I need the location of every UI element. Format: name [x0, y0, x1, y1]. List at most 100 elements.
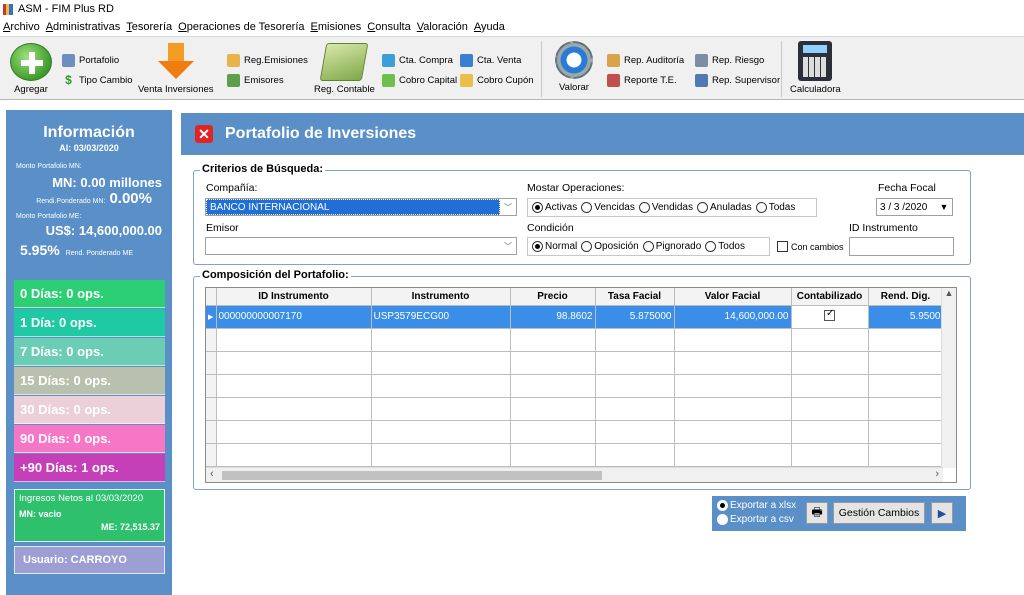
- radio-vencidas-label: Vencidas: [594, 202, 635, 213]
- radio-vendidas[interactable]: Vendidas: [638, 202, 693, 213]
- checkbox-box: [777, 241, 788, 252]
- chevron-down-icon[interactable]: ﹀: [500, 199, 516, 215]
- gestion-cambios-button[interactable]: Gestión Cambios: [833, 502, 925, 524]
- id-instrumento-input[interactable]: [849, 237, 954, 256]
- export-panel: Exportar a xlsx Exportar a csv 🖶 Gestión…: [712, 496, 966, 531]
- con-cambios-checkbox[interactable]: Con cambios: [777, 241, 844, 252]
- app-icon: [3, 3, 13, 15]
- ingresos-netos-panel: Ingresos Netos al 03/03/2020 MN: vacio M…: [14, 489, 165, 542]
- cobro-cupon-button[interactable]: Cobro Cupón: [460, 74, 534, 87]
- col-header-precio[interactable]: Precio: [510, 288, 596, 306]
- tipo-cambio-button[interactable]: $ Tipo Cambio: [62, 74, 132, 87]
- horizontal-scrollbar[interactable]: ‹ ›: [206, 467, 943, 482]
- scroll-right-icon[interactable]: ›: [935, 468, 939, 480]
- scroll-up-icon[interactable]: ▲: [942, 288, 956, 298]
- condicion-label: Condición: [527, 222, 574, 234]
- col-header-tasa-facial[interactable]: Tasa Facial: [595, 288, 675, 306]
- bucket-1-dia[interactable]: 1 Día: 0 ops.: [14, 309, 165, 337]
- menu-operaciones-tesoreria[interactable]: Operaciones de Tesorería: [178, 21, 304, 33]
- table-row[interactable]: [206, 328, 944, 352]
- emisor-label: Emisor: [206, 222, 239, 234]
- portfolio-grid: ID Instrumento Instrumento Precio Tasa F…: [205, 287, 957, 483]
- chevron-down-icon[interactable]: ﹀: [500, 238, 516, 254]
- coupon-icon: [460, 74, 473, 87]
- valorar-button[interactable]: Valorar: [555, 41, 593, 93]
- table-row[interactable]: ▶ 000000000007170 USP3579ECG00 98.8602 5…: [206, 305, 944, 329]
- table-row[interactable]: [206, 374, 944, 398]
- radio-todos[interactable]: Todos: [705, 241, 745, 252]
- reg-contable-button[interactable]: Reg. Contable: [314, 43, 375, 95]
- calculadora-button[interactable]: Calculadora: [790, 41, 841, 95]
- bucket-30-dias[interactable]: 30 Días: 0 ops.: [14, 396, 165, 424]
- cta-compra-button[interactable]: Cta. Compra: [382, 54, 453, 67]
- cell-valor-facial[interactable]: 14,600,000.00: [674, 305, 792, 329]
- row-indicator-icon: ▶: [206, 305, 217, 329]
- menu-administrativas[interactable]: Administrativas: [46, 21, 121, 33]
- bucket-plus-90-dias[interactable]: +90 Días: 1 ops.: [14, 454, 165, 482]
- bucket-15-dias[interactable]: 15 Días: 0 ops.: [14, 367, 165, 395]
- checked-checkbox-icon[interactable]: [824, 308, 835, 321]
- dropdown-arrow-icon[interactable]: ▼: [936, 199, 952, 215]
- reg-emisiones-button[interactable]: Reg.Emisiones: [227, 54, 308, 67]
- radio-normal[interactable]: Normal: [532, 241, 577, 252]
- menu-archivo[interactable]: Archivo: [3, 21, 40, 33]
- table-row[interactable]: [206, 443, 944, 467]
- bucket-7-dias[interactable]: 7 Días: 0 ops.: [14, 338, 165, 366]
- table-row[interactable]: [206, 351, 944, 375]
- rend-mn-value: 0.00%: [109, 190, 152, 207]
- agregar-button[interactable]: Agregar: [10, 43, 52, 95]
- reporte-te-button[interactable]: Reporte T.E.: [607, 74, 677, 87]
- col-header-instrumento[interactable]: Instrumento: [371, 288, 511, 306]
- radio-oposicion[interactable]: Oposición: [581, 241, 639, 252]
- col-header-contabilizado[interactable]: Contabilizado: [791, 288, 869, 306]
- venta-inversiones-button[interactable]: Venta Inversiones: [138, 43, 214, 95]
- cell-instrumento[interactable]: USP3579ECG00: [371, 305, 511, 329]
- vertical-scrollbar[interactable]: ▲: [941, 288, 956, 468]
- emisores-button[interactable]: Emisores: [227, 74, 284, 87]
- radio-activas[interactable]: Activas: [532, 202, 577, 213]
- table-row[interactable]: [206, 420, 944, 444]
- radio-export-csv[interactable]: Exportar a csv: [717, 514, 794, 525]
- monto-me-label: Monto Portafolio ME:: [16, 213, 82, 220]
- radio-anuladas[interactable]: Anuladas: [696, 202, 752, 213]
- fecha-focal-picker[interactable]: 3 / 3 /2020 ▼: [876, 198, 953, 216]
- cell-precio[interactable]: 98.8602: [510, 305, 596, 329]
- bucket-90-dias[interactable]: 90 Días: 0 ops.: [14, 425, 165, 453]
- radio-pignorado[interactable]: Pignorado: [642, 241, 702, 252]
- print-button[interactable]: 🖶: [806, 502, 828, 524]
- scroll-thumb[interactable]: [222, 471, 602, 480]
- cta-venta-label: Cta. Venta: [477, 55, 522, 66]
- cobro-capital-button[interactable]: Cobro Capital: [382, 74, 457, 87]
- portafolio-button[interactable]: Portafolio: [62, 54, 119, 67]
- radio-todas[interactable]: Todas: [755, 202, 795, 213]
- compania-value: BANCO INTERNACIONAL: [206, 199, 500, 215]
- rep-auditoria-button[interactable]: Rep. Auditoría: [607, 54, 684, 67]
- col-header-valor-facial[interactable]: Valor Facial: [674, 288, 792, 306]
- cell-contabilizado[interactable]: [791, 305, 869, 329]
- emisor-select[interactable]: ﹀: [205, 237, 517, 255]
- menu-consulta[interactable]: Consulta: [367, 21, 410, 33]
- scroll-left-icon[interactable]: ‹: [210, 468, 214, 480]
- rep-riesgo-button[interactable]: Rep. Riesgo: [695, 54, 764, 67]
- close-icon[interactable]: ✕: [195, 125, 213, 143]
- next-button[interactable]: ▶: [931, 502, 953, 524]
- radio-pignorado-label: Pignorado: [655, 241, 702, 252]
- cell-rend-dig[interactable]: 5.9500: [868, 305, 944, 329]
- menu-ayuda[interactable]: Ayuda: [474, 21, 505, 33]
- rep-supervisor-button[interactable]: Rep. Supervisor: [695, 74, 780, 87]
- cta-venta-button[interactable]: Cta. Venta: [460, 54, 521, 67]
- cell-tasa-facial[interactable]: 5.875000: [595, 305, 675, 329]
- table-row[interactable]: [206, 397, 944, 421]
- menu-emisiones[interactable]: Emisiones: [311, 21, 362, 33]
- compania-select[interactable]: BANCO INTERNACIONAL ﹀: [205, 198, 517, 216]
- gear-icon: [555, 41, 593, 79]
- chart-icon: [607, 74, 620, 87]
- menu-tesoreria[interactable]: Tesorería: [126, 21, 172, 33]
- radio-export-xlsx[interactable]: Exportar a xlsx: [717, 500, 796, 511]
- cell-id-instrumento[interactable]: 000000000007170: [216, 305, 372, 329]
- bucket-0-dias[interactable]: 0 Días: 0 ops.: [14, 280, 165, 308]
- radio-vencidas[interactable]: Vencidas: [581, 202, 635, 213]
- col-header-rend-dig[interactable]: Rend. Dig.: [868, 288, 944, 306]
- menu-valoracion[interactable]: Valoración: [417, 21, 468, 33]
- col-header-id-instrumento[interactable]: ID Instrumento: [216, 288, 372, 306]
